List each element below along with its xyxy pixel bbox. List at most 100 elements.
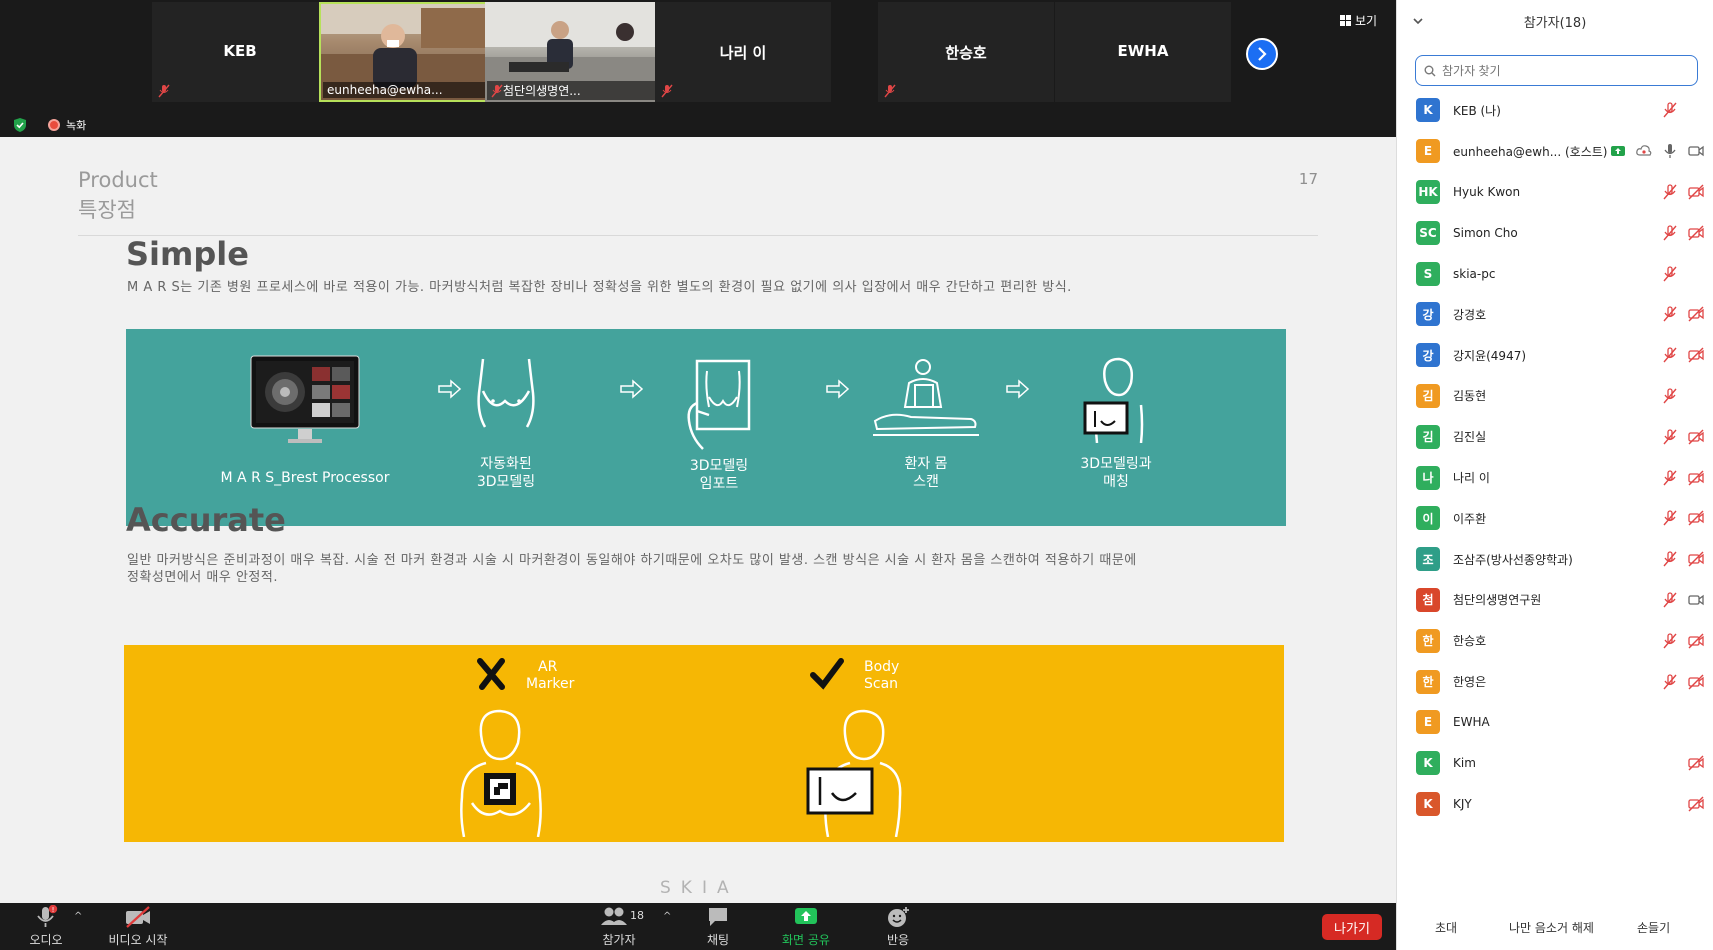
audio-options-caret[interactable]: ^ xyxy=(74,911,82,922)
accurate-desc-line1: 일반 마커방식은 준비과정이 매우 복잡. 시술 전 마커 환경과 시술 시 마… xyxy=(127,553,1137,568)
participant-name: EWHA xyxy=(1453,715,1490,730)
search-icon xyxy=(1424,65,1436,76)
workflow-step-label: 3D모델링 xyxy=(476,474,536,490)
arrow-right-icon xyxy=(826,379,850,399)
participant-name: skia-pc xyxy=(1453,266,1496,281)
option-label-line1: AR xyxy=(538,659,558,675)
participant-status-icons xyxy=(1661,713,1705,731)
raise-hand-button[interactable]: 손들기 xyxy=(1629,914,1678,941)
tile-name: 첨단의생명연... xyxy=(487,81,659,100)
participant-row[interactable]: Eeunheeha@ewh... (호스트) xyxy=(1397,131,1713,172)
view-label: 보기 xyxy=(1355,14,1378,28)
participant-row[interactable]: K KJY xyxy=(1397,784,1713,825)
svg-text:!: ! xyxy=(52,906,55,914)
participant-avatar: K xyxy=(1416,98,1440,123)
participant-name: 강지윤(4947) xyxy=(1453,348,1527,363)
mic-muted-icon xyxy=(1663,429,1677,445)
participant-row[interactable]: 이 이주환 xyxy=(1397,498,1713,539)
participant-avatar: 김 xyxy=(1416,424,1440,449)
slide-header-line2: 특장점 xyxy=(78,198,136,222)
camera-off-icon xyxy=(1688,225,1704,241)
participant-name: eunheeha@ewh... (호스트) xyxy=(1453,144,1608,159)
participants-options-caret[interactable]: ^ xyxy=(663,911,671,922)
accurate-title: Accurate xyxy=(126,501,286,539)
participant-row[interactable]: 김 김동현 xyxy=(1397,376,1713,417)
start-video-button[interactable]: 비디오 시작 xyxy=(102,905,174,948)
participant-row[interactable]: HK Hyuk Kwon xyxy=(1397,172,1713,213)
camera-off-icon xyxy=(1688,470,1704,486)
video-tile-research-institute[interactable]: 첨단의생명연... xyxy=(485,2,661,102)
mic-muted-icon xyxy=(1663,673,1677,690)
participants-count: 18 xyxy=(630,909,644,922)
slide-page-number: 17 xyxy=(1298,170,1318,188)
reactions-button[interactable]: 반응 xyxy=(878,905,918,948)
participant-row[interactable]: Sskia-pc xyxy=(1397,253,1713,294)
tile-name: KEB xyxy=(223,42,257,60)
torso-icon xyxy=(477,358,535,428)
chat-button[interactable]: 채팅 xyxy=(700,905,736,948)
tablet-torso-icon xyxy=(687,359,751,450)
participant-status-icons xyxy=(1661,754,1705,772)
recording-indicator[interactable]: 녹화 xyxy=(48,117,86,133)
participant-row[interactable]: 나 나리 이 xyxy=(1397,457,1713,498)
participant-avatar: 강 xyxy=(1416,343,1440,368)
participant-name: 한영은 xyxy=(1453,675,1487,690)
participants-button[interactable]: 참가자 18 xyxy=(594,905,644,948)
participant-name: 첨단의생명연구원 xyxy=(1453,593,1542,608)
security-shield-icon[interactable] xyxy=(12,117,28,133)
participant-row[interactable]: 조 조삼주(방사선종양학과) xyxy=(1397,539,1713,580)
invite-button[interactable]: 초대 xyxy=(1427,914,1465,941)
participant-name: Simon Cho xyxy=(1453,225,1518,240)
participant-row[interactable]: 강 강경호 xyxy=(1397,294,1713,335)
comparison-band: AR Marker Body Scan xyxy=(124,645,1284,842)
video-tile-nari-lee[interactable]: 나리 이 xyxy=(655,2,831,102)
participant-search-input[interactable] xyxy=(1442,63,1682,78)
accurate-description: 일반 마커방식은 준비과정이 매우 복잡. 시술 전 마커 환경과 시술 시 마… xyxy=(127,552,1137,586)
workflow-step-matching: 3D모델링과 매칭 xyxy=(1041,355,1191,491)
leave-meeting-button[interactable]: 나가기 xyxy=(1322,914,1382,940)
participant-row[interactable]: 한 한영은 xyxy=(1397,661,1713,702)
participant-row[interactable]: E EWHA xyxy=(1397,702,1713,743)
next-page-button[interactable] xyxy=(1246,38,1278,70)
video-tile-keb[interactable]: KEB xyxy=(152,2,328,102)
meeting-status-bar: 녹화 xyxy=(0,112,400,138)
participant-search[interactable] xyxy=(1415,55,1698,86)
meeting-toolbar: ! 오디오 ^ 비디오 시작 참가자 18 ^ 채팅 화면 공유 반응 나가기 xyxy=(0,903,1396,950)
camera-off-icon xyxy=(1688,674,1704,690)
participant-status-icons xyxy=(1661,632,1705,650)
participant-row[interactable]: 김 김진실 xyxy=(1397,416,1713,457)
surgeon-scan-icon xyxy=(873,359,979,436)
option-label-line2: Scan xyxy=(864,676,899,692)
participant-row[interactable]: 첨 첨단의생명연구원 xyxy=(1397,580,1713,621)
participant-row[interactable]: K Kim xyxy=(1397,743,1713,784)
video-tile-eunheeha[interactable]: eunheeha@ewha... xyxy=(319,2,495,102)
participant-avatar: HK xyxy=(1416,179,1440,204)
participant-name: 한승호 xyxy=(1453,634,1487,649)
share-screen-button[interactable]: 화면 공유 xyxy=(774,905,838,948)
participants-label: 참가자 xyxy=(602,933,636,947)
woman-tablet-scan-icon xyxy=(806,709,902,837)
video-tile-han-seungho[interactable]: 한승호 xyxy=(878,2,1054,102)
video-tile-ewha[interactable]: EWHA xyxy=(1055,2,1231,102)
camera-on-icon xyxy=(1688,594,1704,606)
mic-off-icon xyxy=(158,84,170,98)
participant-name: 이주환 xyxy=(1453,511,1487,526)
mic-muted-icon xyxy=(1663,347,1677,363)
participant-status-icons xyxy=(1661,591,1705,609)
mic-muted-icon xyxy=(1663,265,1677,282)
camera-on-icon xyxy=(1688,145,1704,157)
unmute-me-button[interactable]: 나만 음소거 해제 xyxy=(1501,914,1602,941)
participant-row[interactable]: 강 강지윤(4947) xyxy=(1397,335,1713,376)
participant-avatar: 첨 xyxy=(1416,587,1440,612)
workflow-step-auto-modeling: 자동화된 3D모델링 xyxy=(426,357,586,491)
audio-button[interactable]: ! 오디오 xyxy=(24,905,68,948)
audio-label: 오디오 xyxy=(29,933,63,947)
mic-off-icon xyxy=(884,84,896,98)
slide-divider xyxy=(78,235,1318,236)
view-button[interactable]: 보기 xyxy=(1340,12,1377,29)
participant-row[interactable]: SC Simon Cho xyxy=(1397,212,1713,253)
participant-row[interactable]: K KEB (나) xyxy=(1397,90,1713,131)
participant-row[interactable]: 한 한승호 xyxy=(1397,620,1713,661)
participant-name: 김동현 xyxy=(1453,389,1487,404)
participant-avatar: E xyxy=(1416,710,1440,735)
